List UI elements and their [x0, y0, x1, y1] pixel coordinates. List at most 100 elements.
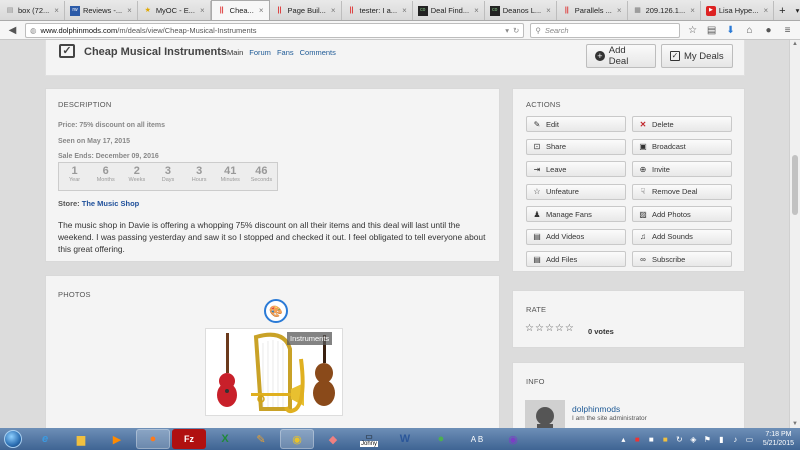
star-outline-icon[interactable]: ☆	[545, 323, 555, 334]
close-tab-icon[interactable]: ×	[763, 6, 768, 15]
reload-icon[interactable]: ↻	[513, 26, 519, 35]
star-outline-icon[interactable]: ☆	[565, 323, 575, 334]
browser-tab[interactable]: ▦ 209.126.1... ×	[628, 1, 701, 20]
browser-tab[interactable]: ▤ box (72... ×	[0, 1, 65, 20]
store-link[interactable]: The Music Shop	[82, 199, 140, 208]
volume-icon[interactable]: ♪	[731, 435, 740, 444]
close-tab-icon[interactable]: ×	[402, 6, 407, 15]
close-tab-icon[interactable]: ×	[331, 6, 336, 15]
scroll-down-icon[interactable]: ▼	[792, 421, 798, 427]
menu-icon[interactable]: ≡	[781, 25, 794, 36]
word-icon[interactable]: W	[388, 429, 422, 449]
tab-list-chevron-icon[interactable]: ▾	[791, 1, 800, 20]
subscribe-button[interactable]: ∞ Subscribe	[632, 251, 732, 267]
photo-album-icon[interactable]: 🎨	[264, 299, 288, 323]
browser-tab[interactable]: co Deanos L... ×	[485, 1, 557, 20]
leave-icon: ⇥	[533, 164, 541, 174]
pdf-icon[interactable]: ■	[633, 435, 642, 444]
inbox-icon: ▤	[6, 7, 14, 14]
browser-tab[interactable]: || Page Buil... ×	[270, 1, 342, 20]
add-videos-button[interactable]: ▤ Add Videos	[526, 228, 626, 245]
nav-link-main[interactable]: Main	[227, 48, 243, 57]
browser-tab[interactable]: ★ MyOC - E... ×	[138, 1, 211, 20]
manage-fans-button[interactable]: ♟ Manage Fans	[526, 206, 626, 222]
browser-tab-active[interactable]: || Chea... ×	[210, 0, 270, 20]
invite-button[interactable]: ⊕ Invite	[632, 161, 732, 177]
home-icon[interactable]: ⌂	[743, 25, 756, 36]
firefox-icon[interactable]: ●	[136, 429, 170, 449]
frog-icon[interactable]: ●	[424, 429, 458, 449]
eraser-icon[interactable]: ◆	[316, 429, 350, 449]
star-rating[interactable]: ☆☆☆☆☆	[525, 323, 575, 334]
edit-button[interactable]: ✎ Edit	[526, 116, 626, 132]
purple-app-icon[interactable]: ◉	[496, 429, 530, 449]
chrome-icon[interactable]: ◉	[280, 429, 314, 449]
unfeature-button[interactable]: ☆ Unfeature	[526, 183, 626, 200]
explorer-icon[interactable]: ▆	[64, 429, 98, 449]
search-input[interactable]: ⚲ Search	[530, 22, 681, 38]
show-hidden-icon[interactable]: ▴	[619, 435, 628, 444]
back-icon[interactable]: ◀	[6, 25, 19, 36]
reading-list-icon[interactable]: ▤	[705, 25, 718, 36]
vertical-scrollbar[interactable]: ▲ ▼	[789, 40, 800, 428]
close-tab-icon[interactable]: ×	[127, 6, 132, 15]
add-sounds-button[interactable]: ♫ Add Sounds	[632, 228, 732, 245]
close-tab-icon[interactable]: ×	[617, 6, 622, 15]
browser-tab[interactable]: ▶ Lisa Hype... ×	[701, 1, 775, 20]
tray-app-icon[interactable]: ■	[647, 435, 656, 444]
folder-tray-icon[interactable]: ■	[661, 435, 670, 444]
address-bar[interactable]: ◍ www.dolphinmods.com/m/deals/view/Cheap…	[24, 22, 525, 38]
media-player-icon[interactable]: ▶	[100, 429, 134, 449]
flag-icon[interactable]: ⚑	[703, 435, 712, 444]
network-icon[interactable]: ▮	[717, 435, 726, 444]
browser-tab[interactable]: || Parallels ... ×	[557, 1, 628, 20]
ab-icon[interactable]: A B	[460, 429, 494, 449]
nav-link-fans[interactable]: Fans	[277, 48, 294, 57]
countdown-cell: 3 Hours	[184, 163, 215, 190]
paint-icon[interactable]: ✎	[244, 429, 278, 449]
close-tab-icon[interactable]: ×	[54, 6, 59, 15]
scroll-up-icon[interactable]: ▲	[792, 41, 798, 47]
nav-link-forum[interactable]: Forum	[249, 48, 271, 57]
scrollbar-thumb[interactable]	[792, 155, 798, 215]
battery-icon[interactable]: ▭	[745, 435, 754, 444]
ie-icon[interactable]: e	[28, 429, 62, 449]
star-outline-icon[interactable]: ☆	[525, 323, 535, 334]
remove-deal-button[interactable]: ☟ Remove Deal	[632, 183, 732, 200]
share-button[interactable]: ⊡ Share	[526, 138, 626, 155]
start-button[interactable]	[0, 428, 26, 450]
chat-icon[interactable]: ●	[762, 25, 775, 36]
broadcast-button[interactable]: ▣ Broadcast	[632, 138, 732, 155]
clock[interactable]: 7:18 PM 5/21/2015	[763, 430, 794, 448]
instruments-photo[interactable]: Instruments	[205, 328, 343, 416]
add-deal-button[interactable]: + Add Deal	[586, 44, 656, 68]
shield-icon[interactable]: ◈	[689, 435, 698, 444]
my-deals-button[interactable]: ✓ My Deals	[661, 44, 733, 68]
avatar[interactable]	[525, 400, 565, 428]
add-photos-button[interactable]: ▨ Add Photos	[632, 206, 732, 222]
close-tab-icon[interactable]: ×	[259, 6, 264, 15]
search-icon: ⚲	[535, 25, 541, 35]
browser-tab[interactable]: || tester: I a... ×	[342, 1, 413, 20]
browser-tab[interactable]: rw Reviews -... ×	[65, 1, 138, 20]
close-tab-icon[interactable]: ×	[690, 6, 695, 15]
dropdown-arrow-icon[interactable]: ▾	[505, 26, 509, 35]
new-tab-button[interactable]: +	[774, 1, 790, 20]
johny-icon[interactable]: ▭ Johny	[352, 429, 386, 449]
delete-button[interactable]: ✕ Delete	[632, 116, 732, 132]
close-tab-icon[interactable]: ×	[474, 6, 479, 15]
download-icon[interactable]: ⬇	[724, 25, 737, 36]
add-files-button[interactable]: ▤ Add Files	[526, 251, 626, 267]
nav-link-comments[interactable]: Comments	[300, 48, 336, 57]
filezilla-icon[interactable]: Fz	[172, 429, 206, 449]
leave-button[interactable]: ⇥ Leave	[526, 161, 626, 177]
username-link[interactable]: dolphinmods	[572, 404, 620, 414]
star-outline-icon[interactable]: ☆	[535, 323, 545, 334]
close-tab-icon[interactable]: ×	[546, 6, 551, 15]
star-outline-icon[interactable]: ☆	[555, 323, 565, 334]
excel-icon[interactable]: X	[208, 429, 242, 449]
sync-icon[interactable]: ↻	[675, 435, 684, 444]
bookmark-star-icon[interactable]: ☆	[686, 25, 699, 36]
close-tab-icon[interactable]: ×	[200, 6, 205, 15]
browser-tab[interactable]: co Deal Find... ×	[413, 1, 485, 20]
